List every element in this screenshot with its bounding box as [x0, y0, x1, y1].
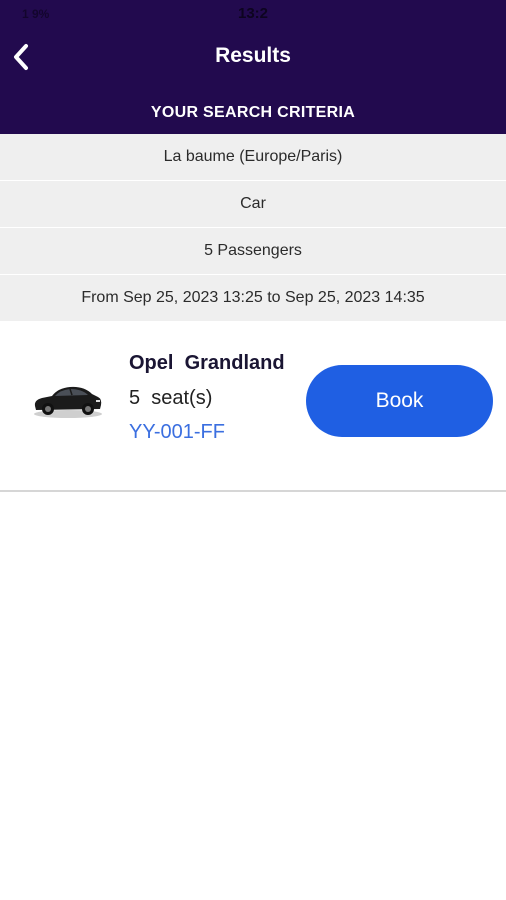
search-criteria-heading: YOUR SEARCH CRITERIA [150, 104, 356, 121]
page-title: Results [215, 44, 291, 67]
vehicle-plate: YY-001-FF [129, 421, 225, 443]
criteria-passengers: 5 Passengers [0, 228, 506, 275]
car-image [34, 386, 102, 418]
vehicle-name: Opel Grandland [129, 352, 285, 374]
vehicle-seats: 5 seat(s) [129, 387, 213, 409]
book-button[interactable]: Book [306, 365, 493, 437]
criteria-vehicle-type: Car [0, 181, 506, 228]
criteria-date-range: From Sep 25, 2023 13:25 to Sep 25, 2023 … [0, 275, 506, 322]
criteria-location: La baume (Europe/Paris) [0, 134, 506, 181]
search-criteria-list: La baume (Europe/Paris) Car 5 Passengers… [0, 134, 506, 322]
status-bar: 1 9% 13:2 [0, 0, 506, 30]
app-header: 1 9% 13:2 Results YOUR SEARCH CRITERIA [0, 0, 506, 134]
status-time: 13:2 [237, 5, 269, 22]
